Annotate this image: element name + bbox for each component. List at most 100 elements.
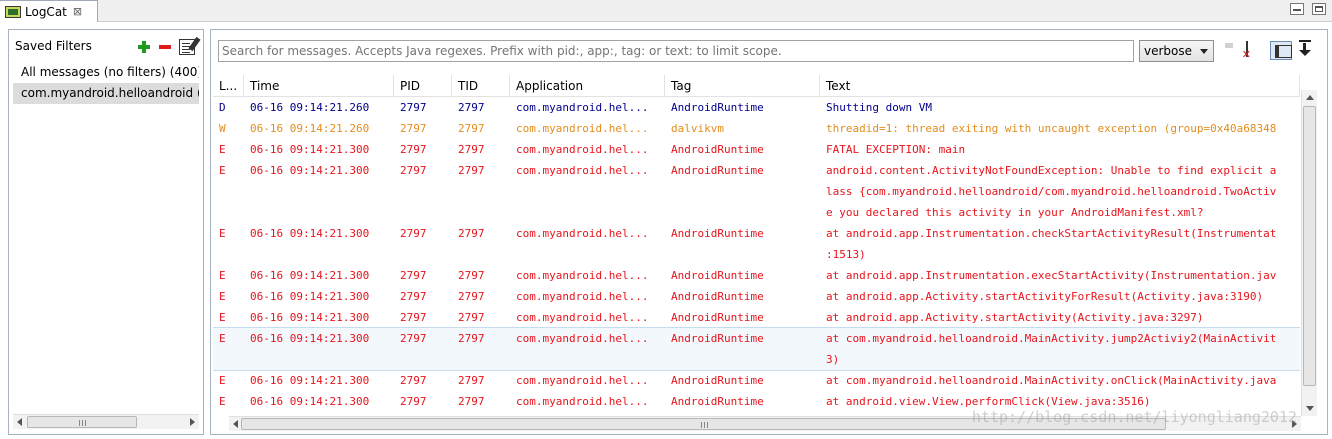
row-tag: AndroidRuntime (671, 311, 764, 324)
log-toolbar (1222, 39, 1316, 60)
row-pid: 2797 (400, 269, 427, 282)
log-row[interactable]: E 06-16 09:14:21.300 2797 2797 com.myandroid… (213, 160, 1300, 223)
filter-list: All messages (no filters) (400) com.myand… (13, 62, 199, 104)
row-tid: 2797 (458, 269, 485, 282)
scroll-up-icon[interactable] (1306, 95, 1314, 100)
log-row[interactable]: E 06-16 09:14:21.300 2797 2797 com.myandroid… (213, 139, 1300, 160)
remove-filter-icon[interactable] (158, 40, 172, 54)
row-tag: AndroidRuntime (671, 290, 764, 303)
row-text-line: :1513) (826, 248, 866, 261)
row-application: com.myandroid.hel... (516, 269, 649, 282)
row-text: Shutting down VM (820, 97, 1300, 118)
toggle-filters-panel-icon[interactable] (1270, 41, 1292, 60)
column-header-text[interactable]: Text (820, 75, 1300, 96)
row-pid: 2797 (400, 101, 427, 114)
scroll-left-icon[interactable] (17, 418, 22, 426)
row-pid: 2797 (400, 332, 427, 345)
row-text: at android.app.Activity.startActivity(Ac… (820, 307, 1300, 328)
row-pid: 2797 (400, 374, 427, 387)
row-level: W (219, 122, 226, 135)
row-pid: 2797 (400, 290, 427, 303)
row-level: E (219, 164, 226, 177)
column-header-pid[interactable]: PID (394, 75, 452, 96)
saved-filters-header: Saved Filters (9, 30, 203, 62)
scroll-thumb[interactable] (1303, 106, 1316, 386)
row-pid: 2797 (400, 122, 427, 135)
search-input[interactable] (218, 40, 1134, 62)
column-header-application[interactable]: Application (510, 75, 665, 96)
add-filter-icon[interactable] (137, 40, 151, 54)
log-vertical-scrollbar[interactable] (1301, 90, 1317, 416)
scroll-thumb[interactable] (27, 416, 137, 428)
row-level: E (219, 290, 226, 303)
row-text-line: threadid=1: thread exiting with uncaught… (826, 122, 1277, 135)
saved-filters-title: Saved Filters (15, 39, 92, 53)
row-tid: 2797 (458, 143, 485, 156)
row-time: 06-16 09:14:21.300 (250, 164, 370, 177)
row-tag: AndroidRuntime (671, 164, 764, 177)
edit-filter-icon[interactable] (179, 39, 195, 55)
log-row[interactable]: E 06-16 09:14:21.300 2797 2797 com.myandroid… (213, 307, 1300, 328)
row-pid: 2797 (400, 311, 427, 324)
maximize-icon[interactable] (1312, 3, 1326, 15)
log-table: L... Time PID TID Application Tag Text D 06-16 … (213, 75, 1300, 415)
log-row[interactable]: E 06-16 09:14:21.300 2797 2797 com.myandroid… (213, 327, 1300, 371)
row-level: E (219, 311, 226, 324)
chevron-down-icon (1200, 49, 1208, 54)
scroll-right-icon[interactable] (190, 418, 195, 426)
log-row[interactable]: E 06-16 09:14:21.300 2797 2797 com.myandroid… (213, 265, 1300, 286)
row-tid: 2797 (458, 311, 485, 324)
row-tag: AndroidRuntime (671, 143, 764, 156)
row-application: com.myandroid.hel... (516, 143, 649, 156)
row-pid: 2797 (400, 227, 427, 240)
row-tid: 2797 (458, 164, 485, 177)
row-application: com.myandroid.hel... (516, 227, 649, 240)
row-level: E (219, 374, 226, 387)
row-text-line: e you declared this activity in your And… (826, 206, 1204, 219)
row-application: com.myandroid.hel... (516, 311, 649, 324)
tab-logcat[interactable]: LogCat ⊠ (0, 0, 98, 22)
row-time: 06-16 09:14:21.300 (250, 311, 370, 324)
log-row[interactable]: E 06-16 09:14:21.300 2797 2797 com.myandroid… (213, 223, 1300, 265)
scroll-left-icon[interactable] (233, 420, 238, 428)
row-tid: 2797 (458, 101, 485, 114)
row-tag: dalvikvm (671, 122, 724, 135)
row-time: 06-16 09:14:21.300 (250, 269, 370, 282)
row-application: com.myandroid.hel... (516, 290, 649, 303)
clear-log-icon[interactable] (1246, 40, 1248, 57)
row-time: 06-16 09:14:21.300 (250, 395, 370, 408)
log-row[interactable]: D 06-16 09:14:21.260 2797 2797 com.myandroid… (213, 97, 1300, 118)
row-level: E (219, 143, 226, 156)
filter-toolbar (137, 39, 195, 55)
filter-list-horizontal-scrollbar[interactable] (13, 414, 199, 429)
row-pid: 2797 (400, 395, 427, 408)
column-header-level[interactable]: L... (213, 75, 244, 96)
row-time: 06-16 09:14:21.300 (250, 143, 370, 156)
column-header-tag[interactable]: Tag (665, 75, 820, 96)
column-header-tid[interactable]: TID (452, 75, 510, 96)
log-panel: verbose L...TimePIDTIDApplicationTagText… (210, 29, 1328, 435)
log-row[interactable]: E 06-16 09:14:21.300 2797 2797 com.myandroid… (213, 370, 1300, 391)
saved-filters-panel: Saved Filters All messages (no filters) … (8, 29, 204, 435)
minimize-icon[interactable] (1290, 3, 1304, 15)
row-text: android.content.ActivityNotFoundExceptio… (820, 160, 1300, 223)
row-text-line: android.content.ActivityNotFoundExceptio… (826, 164, 1277, 177)
row-level: E (219, 269, 226, 282)
close-icon[interactable]: ⊠ (73, 5, 82, 18)
tab-title: LogCat (25, 4, 67, 19)
row-level: E (219, 395, 226, 408)
row-application: com.myandroid.hel... (516, 164, 649, 177)
row-text: at com.myandroid.helloandroid.MainActivi… (820, 370, 1300, 391)
row-application: com.myandroid.hel... (516, 122, 649, 135)
log-row[interactable]: E 06-16 09:14:21.300 2797 2797 com.myandroid… (213, 286, 1300, 307)
row-application: com.myandroid.hel... (516, 332, 649, 345)
row-text: at android.app.Instrumentation.checkStar… (820, 223, 1300, 265)
row-time: 06-16 09:14:21.300 (250, 290, 370, 303)
log-row[interactable]: W 06-16 09:14:21.260 2797 2797 com.myandroid… (213, 118, 1300, 139)
filter-item[interactable]: com.myandroid.helloandroid ( (13, 83, 199, 104)
row-level: D (219, 101, 226, 114)
log-level-select[interactable]: verbose (1139, 40, 1214, 62)
column-header-time[interactable]: Time (244, 75, 394, 96)
filter-item[interactable]: All messages (no filters) (400) (13, 62, 199, 83)
scroll-down-icon[interactable] (1306, 406, 1314, 411)
